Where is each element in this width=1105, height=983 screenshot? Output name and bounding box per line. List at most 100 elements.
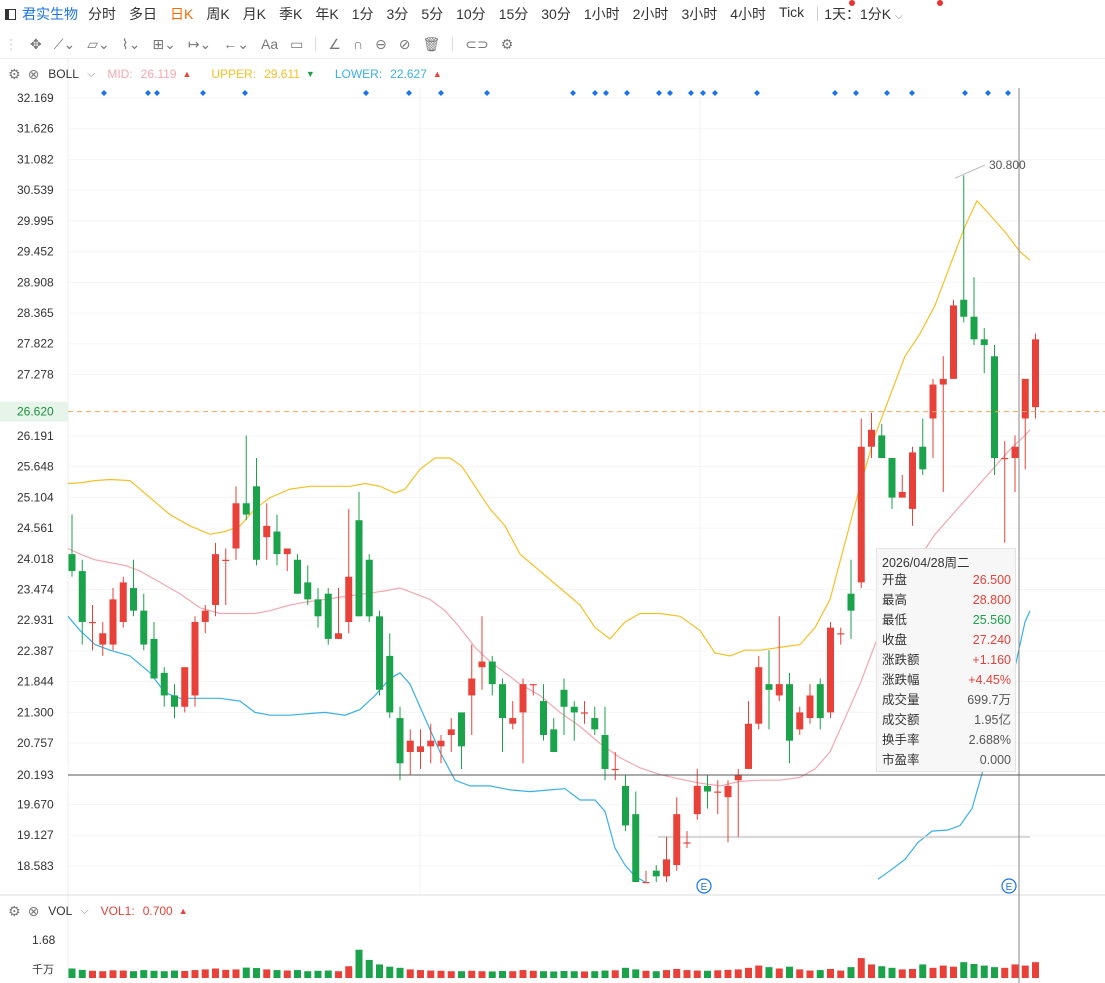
volume-bar xyxy=(878,966,886,978)
tooltip-label: 收盘 xyxy=(882,633,908,647)
candle-body xyxy=(755,667,763,724)
y-tick-label: 20.757 xyxy=(17,736,54,750)
tooltip-row: 成交额 1.95亿 xyxy=(877,710,1015,730)
volume-bar xyxy=(857,958,865,978)
volume-bar xyxy=(365,959,373,978)
boll-signal-marker xyxy=(909,90,915,96)
event-marker-label: E xyxy=(1006,882,1013,893)
kline-chart[interactable]: 32.169 31.626 31.082 30.539 29.995 29.452 28.9… xyxy=(0,0,1105,983)
candle-body xyxy=(447,729,455,736)
candle-body xyxy=(478,661,486,668)
tooltip-value: 1.95亿 xyxy=(974,713,1011,727)
vol-indicator-name[interactable]: VOL xyxy=(48,904,72,918)
volume-bar xyxy=(642,970,650,978)
volume-bar xyxy=(201,969,209,978)
candle-body xyxy=(611,768,619,771)
volume-bar xyxy=(786,966,793,978)
volume-bar xyxy=(386,966,394,978)
volume-bar xyxy=(888,967,896,978)
volume-bar xyxy=(560,970,568,978)
vol-axis-label: 1.68 xyxy=(32,933,56,947)
y-tick-label: 25.104 xyxy=(17,490,54,504)
candle-body xyxy=(540,701,547,736)
volume-bar xyxy=(499,970,506,978)
boll-signal-marker xyxy=(406,90,412,96)
y-tick-label: 19.127 xyxy=(17,828,54,842)
tooltip-value: 25.560 xyxy=(972,613,1011,627)
volume-bar xyxy=(1032,962,1039,978)
ohlc-tooltip: 2026/04/28周二 开盘 26.500 最高 28.800 最低 25.560 收盘 2… xyxy=(876,548,1016,772)
candle-body xyxy=(919,446,927,470)
tooltip-row: 成交量 699.7万 xyxy=(877,690,1015,710)
arrow-down-icon: ▼ xyxy=(305,69,315,79)
boll-signal-marker xyxy=(985,90,991,96)
boll-signal-marker xyxy=(242,90,248,96)
crosshair-price-label: 20.193 xyxy=(17,768,54,782)
candle-body xyxy=(68,554,76,572)
boll-indicator-name[interactable]: BOLL xyxy=(48,67,79,81)
tooltip-row: 涨跌额 +1.160 xyxy=(877,650,1015,670)
volume-bar xyxy=(765,967,773,978)
candle-body xyxy=(201,610,209,622)
candle-body xyxy=(355,520,363,617)
chevron-down-icon[interactable]: ⌵ xyxy=(80,905,88,918)
boll-signal-marker xyxy=(592,90,598,96)
candle-body xyxy=(509,718,517,724)
volume-bar xyxy=(745,967,752,978)
tooltip-label: 涨跌幅 xyxy=(882,673,920,687)
candle-body xyxy=(458,712,465,747)
boll-signal-marker xyxy=(884,90,890,96)
candle-body xyxy=(242,503,250,515)
chevron-down-icon[interactable]: ⌵ xyxy=(87,68,95,81)
volume-bar xyxy=(827,968,834,978)
volume-bar xyxy=(335,971,342,978)
arrow-up-icon: ▲ xyxy=(182,69,192,79)
volume-bar xyxy=(232,969,240,978)
volume-bar xyxy=(191,970,199,978)
candle-body xyxy=(1021,378,1029,419)
candle-body xyxy=(427,740,435,747)
arrow-up-icon: ▲ xyxy=(432,69,442,79)
y-tick-label: 27.278 xyxy=(17,367,54,381)
candle-body xyxy=(745,723,752,769)
boll-signal-marker xyxy=(603,90,609,96)
candle-body xyxy=(929,384,937,419)
candle-body xyxy=(386,655,394,713)
boll-signal-marker xyxy=(570,90,576,96)
tooltip-value: 0.000 xyxy=(979,753,1011,767)
candle-body xyxy=(253,486,260,560)
volume-bar xyxy=(1001,967,1009,978)
volume-bar xyxy=(519,970,527,978)
candle-body xyxy=(796,712,804,730)
volume-bar xyxy=(868,964,875,978)
candle-body xyxy=(991,356,998,459)
vol-legend: ⚙ ⊗ VOL ⌵ VOL1: 0.700 ▲ xyxy=(0,901,208,921)
gear-icon[interactable]: ⚙ xyxy=(8,903,21,920)
boll-signal-marker xyxy=(754,90,760,96)
volume-bar xyxy=(140,970,148,978)
y-tick-label: 25.648 xyxy=(17,460,54,474)
candle-body xyxy=(304,582,312,600)
volume-bar xyxy=(960,962,968,978)
volume-bar xyxy=(939,965,947,978)
candle-body xyxy=(857,446,865,583)
gear-icon[interactable]: ⚙ xyxy=(8,66,21,83)
y-tick-label: 24.561 xyxy=(17,521,54,535)
candle-body xyxy=(560,689,568,707)
y-tick-label: 31.626 xyxy=(17,122,54,136)
volume-bar xyxy=(663,970,670,978)
high-annotation-label: 30.800 xyxy=(989,158,1026,172)
candle-body xyxy=(396,718,404,764)
y-tick-label: 24.018 xyxy=(17,552,54,566)
y-tick-label: 21.300 xyxy=(17,705,54,719)
volume-bar xyxy=(427,970,435,978)
candle-body xyxy=(693,785,701,815)
candle-body xyxy=(468,678,476,696)
close-circle-icon[interactable]: ⊗ xyxy=(28,66,40,83)
close-circle-icon[interactable]: ⊗ xyxy=(28,903,40,920)
candle-body xyxy=(663,859,670,877)
tooltip-rows: 开盘 26.500 最高 28.800 最低 25.560 收盘 27.240 涨跌额 +1.16… xyxy=(877,570,1015,770)
candle-body xyxy=(878,435,886,459)
vol1-label: VOL1: xyxy=(100,904,135,918)
tooltip-value: 28.800 xyxy=(972,593,1011,607)
